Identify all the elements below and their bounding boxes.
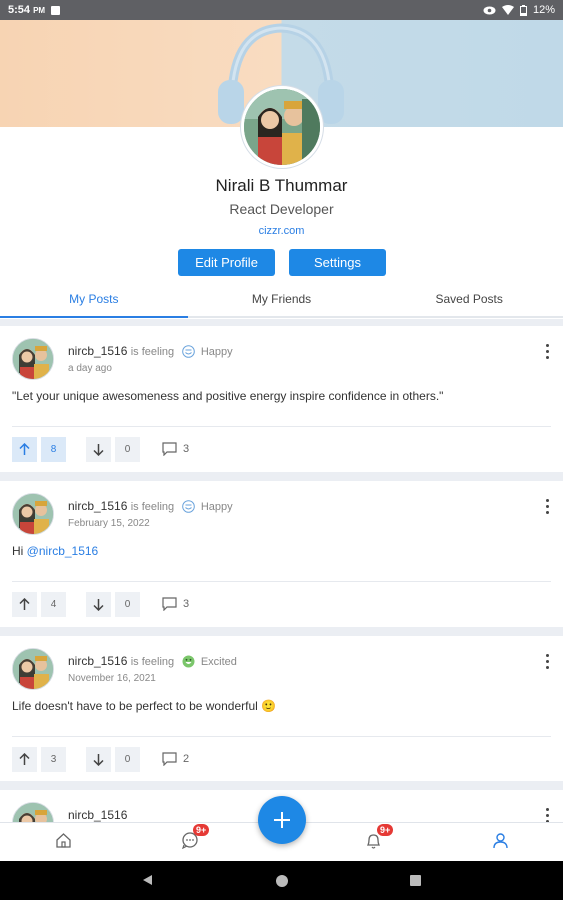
downvote-icon <box>93 753 104 766</box>
post-date: a day ago <box>68 363 112 374</box>
divider <box>12 581 551 582</box>
feeling-label: is feeling <box>130 501 175 513</box>
home-system-button[interactable] <box>276 875 288 887</box>
status-bar: 5:54 PM 12% <box>0 0 563 20</box>
add-icon <box>274 812 290 828</box>
mention-link[interactable]: @nircb_1516 <box>27 544 99 558</box>
mood-label: Happy <box>200 501 233 513</box>
post-text-prefix: Hi <box>12 544 27 558</box>
post-actions: 3 0 2 <box>12 746 189 772</box>
more-vert-icon[interactable] <box>541 344 553 362</box>
divider <box>12 736 551 737</box>
add-post-button[interactable] <box>258 796 306 844</box>
nav-home[interactable] <box>55 832 72 854</box>
comment-count: 3 <box>183 598 190 610</box>
wifi-icon <box>501 5 514 15</box>
comment-button[interactable]: 3 <box>162 442 189 456</box>
post-text: Hi @nircb_1516 <box>12 544 552 558</box>
mood-label: Excited <box>200 656 237 668</box>
profile-website-link[interactable]: cizzr.com <box>0 225 563 237</box>
post-date: November 16, 2021 <box>68 673 156 684</box>
nav-messages[interactable]: 9+ <box>181 824 210 854</box>
eye-icon <box>483 6 496 14</box>
comment-count: 2 <box>183 753 190 765</box>
avatar[interactable] <box>12 493 54 535</box>
tab-my-friends[interactable]: My Friends <box>188 286 376 316</box>
battery-percent: 12% <box>532 4 555 16</box>
profile-role: React Developer <box>229 201 334 217</box>
settings-button[interactable]: Settings <box>289 249 386 276</box>
upvote-icon <box>19 597 30 610</box>
profile-tabs: My Posts My Friends Saved Posts <box>0 286 563 318</box>
downvote-count: 0 <box>115 436 140 462</box>
messages-badge: 9+ <box>193 824 210 836</box>
upvote-button[interactable] <box>12 591 37 617</box>
upvote-button[interactable] <box>12 436 37 462</box>
post-header: nircb_1516 <box>68 808 127 822</box>
battery-icon <box>519 4 527 16</box>
post-card: nircb_1516 is feeling Excited November 1… <box>0 636 563 781</box>
back-icon[interactable] <box>142 874 153 886</box>
excited-mood-icon <box>182 655 194 668</box>
downvote-count: 0 <box>115 591 140 617</box>
comment-count: 3 <box>183 443 190 455</box>
downvote-count: 0 <box>115 746 140 772</box>
tab-my-posts[interactable]: My Posts <box>0 286 188 318</box>
happy-mood-icon <box>181 500 195 513</box>
comment-icon <box>162 597 177 611</box>
more-vert-icon[interactable] <box>541 654 553 672</box>
upvote-count: 8 <box>41 436 66 462</box>
downvote-button[interactable] <box>86 746 111 772</box>
post-text: "Let your unique awesomeness and positiv… <box>12 389 444 403</box>
downvote-icon <box>93 598 104 611</box>
nav-notifications[interactable]: 9+ <box>365 824 394 855</box>
post-header: nircb_1516 is feeling Happy <box>68 499 233 513</box>
post-header: nircb_1516 is feeling Happy <box>68 344 233 358</box>
post-header: nircb_1516 is feeling Excited <box>68 654 237 668</box>
happy-mood-icon <box>181 345 195 358</box>
edit-profile-button[interactable]: Edit Profile <box>178 249 275 276</box>
upvote-icon <box>19 752 30 765</box>
divider <box>12 426 551 427</box>
upvote-button[interactable] <box>12 746 37 772</box>
post-date: February 15, 2022 <box>68 518 150 529</box>
downvote-button[interactable] <box>86 436 111 462</box>
comment-button[interactable]: 3 <box>162 597 189 611</box>
comment-icon <box>162 442 177 456</box>
profile-avatar[interactable] <box>241 86 323 168</box>
comment-button[interactable]: 2 <box>162 752 189 766</box>
post-text: Life doesn't have to be perfect to be wo… <box>12 699 277 713</box>
post-card: nircb_1516 is feeling Happy a day ago "L… <box>0 326 563 472</box>
notification-icon <box>51 5 61 15</box>
feeling-label: is feeling <box>130 346 175 358</box>
status-time: 5:54 PM <box>8 4 46 16</box>
more-vert-icon[interactable] <box>541 499 553 517</box>
post-username[interactable]: nircb_1516 <box>68 499 127 513</box>
user-icon <box>493 833 508 849</box>
upvote-icon <box>19 442 30 455</box>
avatar[interactable] <box>12 648 54 690</box>
post-username[interactable]: nircb_1516 <box>68 808 127 822</box>
system-nav-bar <box>0 861 563 900</box>
post-actions: 8 0 3 <box>12 436 189 462</box>
downvote-icon <box>93 443 104 456</box>
avatar[interactable] <box>12 338 54 380</box>
upvote-count: 4 <box>41 591 66 617</box>
upvote-count: 3 <box>41 746 66 772</box>
post-username[interactable]: nircb_1516 <box>68 344 127 358</box>
mood-label: Happy <box>200 346 233 358</box>
home-icon <box>56 833 71 848</box>
post-username[interactable]: nircb_1516 <box>68 654 127 668</box>
downvote-button[interactable] <box>86 591 111 617</box>
post-actions: 4 0 3 <box>12 591 189 617</box>
recent-apps-button[interactable] <box>410 875 421 886</box>
comment-icon <box>162 752 177 766</box>
tab-saved-posts[interactable]: Saved Posts <box>375 286 563 316</box>
nav-profile[interactable] <box>492 832 509 854</box>
profile-name: Nirali B Thummar <box>215 176 348 195</box>
feeling-label: is feeling <box>130 656 175 668</box>
post-card: nircb_1516 is feeling Happy February 15,… <box>0 481 563 627</box>
notifications-badge: 9+ <box>377 824 394 836</box>
